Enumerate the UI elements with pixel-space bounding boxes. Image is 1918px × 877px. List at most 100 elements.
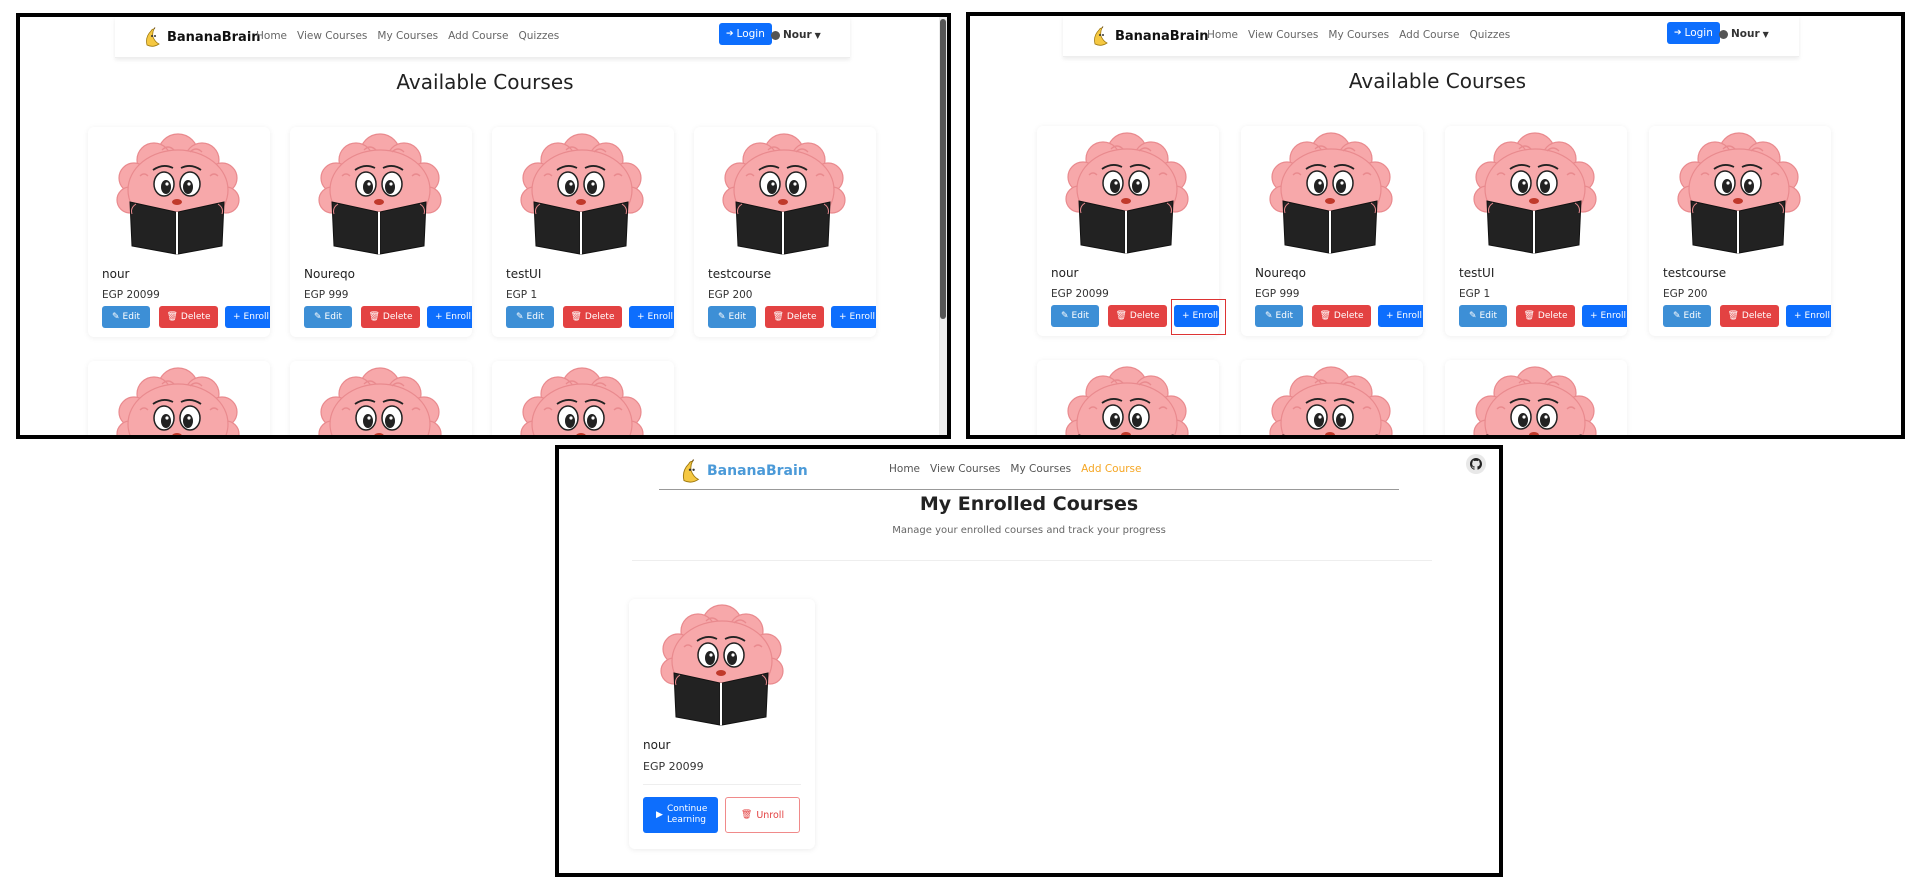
nav-my-courses[interactable]: My Courses: [377, 30, 438, 42]
brand[interactable]: BananaBrain: [143, 27, 261, 47]
nav-home[interactable]: Home: [256, 30, 287, 42]
banana-logo-icon: [679, 459, 701, 483]
delete-button[interactable]: 🗑 Delete: [1720, 305, 1779, 327]
course-card-partial: [1241, 360, 1423, 435]
login-button[interactable]: ➔ Login: [1667, 22, 1720, 44]
edit-button[interactable]: ✎ Edit: [1459, 305, 1507, 327]
course-image: [716, 130, 852, 256]
enrolled-course-card: nour EGP 20099 ▶ Continue Learning 🗑 Unr…: [629, 599, 815, 849]
brand[interactable]: BananaBrain: [679, 459, 808, 483]
plus-icon: +: [233, 311, 241, 322]
edit-button[interactable]: ✎ Edit: [1255, 305, 1303, 327]
course-image: [1467, 129, 1603, 255]
enroll-label: Enroll: [243, 312, 269, 322]
delete-button[interactable]: 🗑 Delete: [1516, 305, 1575, 327]
course-image: [1059, 363, 1195, 439]
screenshot-panel-enrolled: BananaBrain Home View Courses My Courses…: [555, 445, 1503, 877]
edit-label: Edit: [1683, 311, 1701, 321]
trash-icon: 🗑: [570, 311, 582, 322]
edit-button[interactable]: ✎ Edit: [1663, 305, 1711, 327]
user-dropdown[interactable]: Nour ▼: [1719, 28, 1769, 40]
nav-view-courses[interactable]: View Courses: [930, 463, 1000, 475]
course-image: [1467, 363, 1603, 439]
nav-view-courses[interactable]: View Courses: [1248, 29, 1318, 41]
unroll-label: Unroll: [756, 809, 785, 821]
delete-button[interactable]: 🗑 Delete: [765, 306, 824, 328]
edit-button[interactable]: ✎ Edit: [304, 306, 352, 328]
enroll-button[interactable]: + Enroll: [831, 306, 876, 328]
nav-my-courses[interactable]: My Courses: [1328, 29, 1389, 41]
plus-icon: +: [1590, 310, 1598, 321]
edit-label: Edit: [1479, 311, 1497, 321]
enroll-button[interactable]: + Enroll: [1378, 305, 1423, 327]
nav-add-course[interactable]: Add Course: [1399, 29, 1459, 41]
course-image: [514, 364, 650, 439]
enroll-button[interactable]: + Enroll: [1582, 305, 1627, 327]
delete-button[interactable]: 🗑 Delete: [563, 306, 622, 328]
nav-home[interactable]: Home: [1207, 29, 1238, 41]
login-button[interactable]: ➔ Login: [719, 23, 772, 45]
nav-add-course[interactable]: Add Course: [1081, 463, 1141, 475]
enroll-button[interactable]: + Enroll: [427, 306, 472, 328]
edit-button[interactable]: ✎ Edit: [102, 306, 150, 328]
edit-button[interactable]: ✎ Edit: [506, 306, 554, 328]
nav-home[interactable]: Home: [889, 463, 920, 475]
enroll-highlight-box: [1171, 299, 1226, 335]
edit-button[interactable]: ✎ Edit: [1051, 305, 1099, 327]
course-name: testcourse: [708, 267, 772, 281]
nav-links: Home View Courses My Courses Add Course …: [1207, 29, 1510, 41]
course-name: nour: [1051, 266, 1079, 280]
scroll-thumb[interactable]: [940, 19, 946, 319]
delete-label: Delete: [180, 312, 211, 322]
user-icon: [1719, 29, 1728, 39]
course-card: testcourse EGP 200 ✎ Edit 🗑 Delete + Enroll: [694, 127, 876, 337]
delete-label: Delete: [584, 312, 615, 322]
nav-view-courses[interactable]: View Courses: [297, 30, 367, 42]
enroll-button[interactable]: + Enroll: [225, 306, 270, 328]
course-image: [110, 130, 246, 256]
delete-button[interactable]: 🗑 Delete: [1312, 305, 1371, 327]
brand[interactable]: BananaBrain: [1091, 26, 1209, 46]
delete-button[interactable]: 🗑 Delete: [1108, 305, 1167, 327]
chevron-down-icon: ▼: [1762, 29, 1769, 39]
delete-label: Delete: [786, 312, 817, 322]
enroll-label: Enroll: [1396, 311, 1422, 321]
user-icon: [771, 30, 780, 40]
brand-name: BananaBrain: [1115, 28, 1209, 44]
github-icon[interactable]: [1466, 454, 1486, 474]
course-price: EGP 200: [1663, 288, 1708, 300]
edit-button[interactable]: ✎ Edit: [708, 306, 756, 328]
course-image: [312, 130, 448, 256]
delete-button[interactable]: 🗑 Delete: [159, 306, 218, 328]
course-price: EGP 20099: [1051, 288, 1109, 300]
login-icon: ➔: [1674, 27, 1682, 38]
nav-quizzes[interactable]: Quizzes: [518, 30, 559, 42]
user-name: Nour: [1731, 28, 1760, 40]
course-name: testUI: [506, 267, 542, 281]
edit-icon: ✎: [1469, 310, 1477, 321]
nav-add-course[interactable]: Add Course: [448, 30, 508, 42]
trash-icon: 🗑: [1727, 310, 1739, 321]
nav-quizzes[interactable]: Quizzes: [1469, 29, 1510, 41]
course-card-partial: [1445, 360, 1627, 439]
page-title: My Enrolled Courses: [919, 493, 1139, 515]
play-circle-icon: ▶: [656, 809, 663, 820]
delete-button[interactable]: 🗑 Delete: [361, 306, 420, 328]
enroll-button[interactable]: + Enroll: [1786, 305, 1831, 327]
card-divider: [643, 784, 801, 785]
unroll-button[interactable]: 🗑 Unroll: [725, 797, 800, 833]
course-name: nour: [102, 267, 130, 281]
enroll-button[interactable]: + Enroll: [629, 306, 674, 328]
continue-learning-button[interactable]: ▶ Continue Learning: [643, 797, 718, 833]
trash-icon: 🗑: [1523, 310, 1535, 321]
banana-logo-icon: [1091, 26, 1109, 46]
nav-links: Home View Courses My Courses Add Course: [889, 463, 1141, 475]
nav-my-courses[interactable]: My Courses: [1010, 463, 1071, 475]
course-card-partial: [1037, 360, 1219, 439]
delete-label: Delete: [1129, 311, 1160, 321]
login-icon: ➔: [726, 28, 734, 39]
course-name: Noureqo: [1255, 266, 1306, 280]
user-dropdown[interactable]: Nour ▼: [771, 29, 821, 41]
delete-label: Delete: [1537, 311, 1568, 321]
course-card-partial: [290, 361, 472, 435]
